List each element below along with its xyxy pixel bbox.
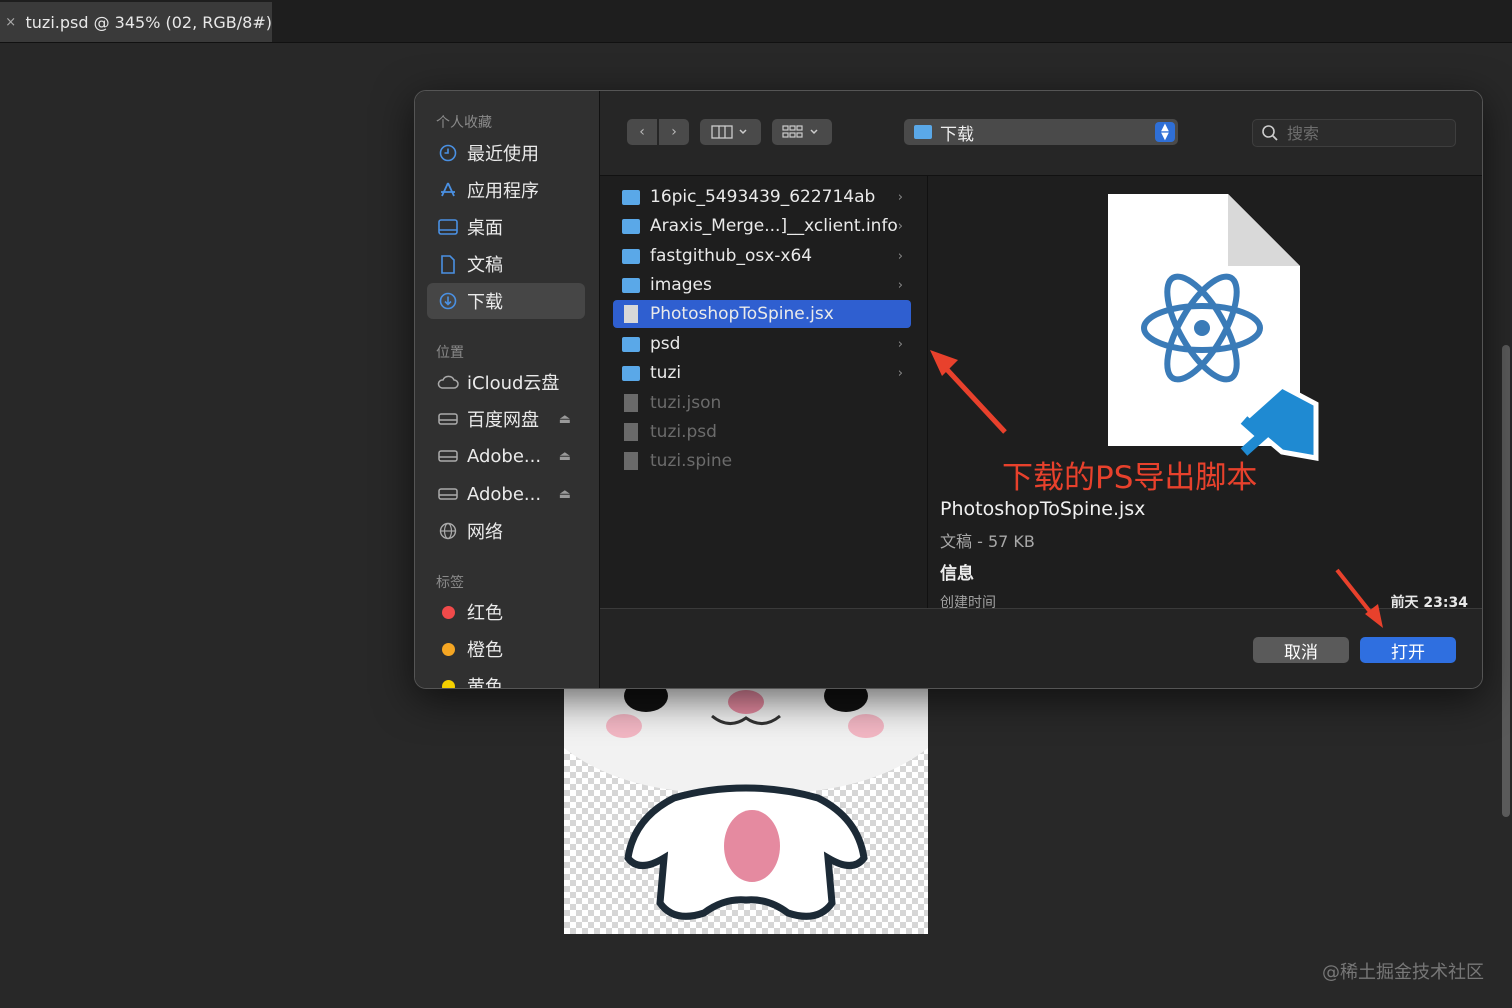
annotation-arrows [930,350,1383,628]
watermark: @稀土掘金技术社区 [1322,962,1484,983]
